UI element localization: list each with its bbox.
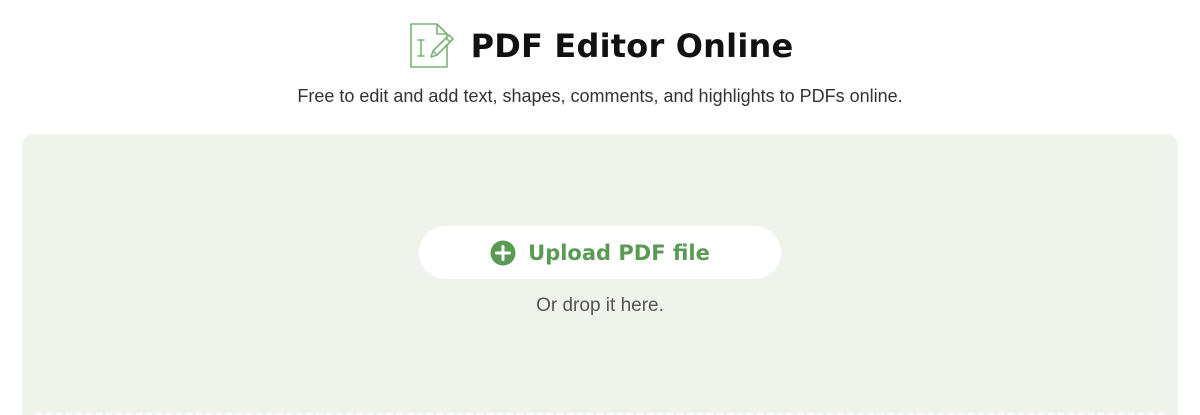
- pdf-editor-page: PDF Editor Online Free to edit and add t…: [0, 0, 1200, 415]
- upload-button-label: Upload PDF file: [528, 240, 710, 265]
- upload-pdf-button[interactable]: Upload PDF file: [419, 226, 781, 279]
- plus-circle-icon: [490, 240, 516, 266]
- pdf-edit-document-icon: [407, 21, 457, 71]
- page-title: PDF Editor Online: [470, 27, 794, 65]
- page-header: PDF Editor Online: [0, 18, 1200, 74]
- drop-hint-text: Or drop it here.: [536, 295, 664, 316]
- page-subtitle: Free to edit and add text, shapes, comme…: [297, 86, 903, 106]
- file-drop-zone[interactable]: Upload PDF file Or drop it here.: [22, 134, 1178, 415]
